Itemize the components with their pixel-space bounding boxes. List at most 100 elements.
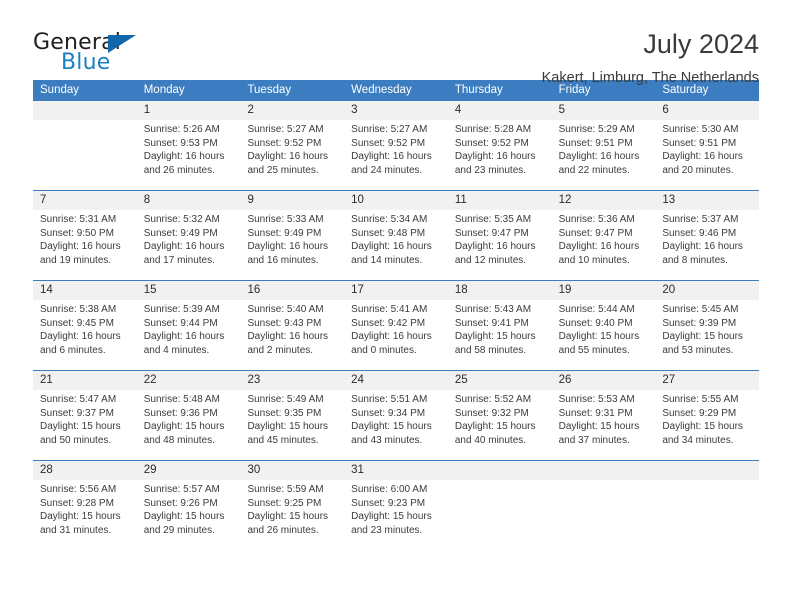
sunset-text: Sunset: 9:25 PM <box>247 497 322 509</box>
day-number-band: 17 <box>344 281 448 300</box>
daylight-text-line1: Daylight: 16 hours <box>40 241 121 253</box>
daylight-text-line1: Daylight: 15 hours <box>247 511 329 523</box>
day-number: 8 <box>143 194 151 206</box>
sunset-text: Sunset: 9:47 PM <box>558 227 633 239</box>
sunset-text: Sunset: 9:44 PM <box>143 317 218 329</box>
sunrise-text: Sunrise: 5:30 AM <box>662 124 739 135</box>
logo-text-blue: Blue <box>61 50 111 75</box>
day-cell[interactable]: 6 Sunrise: 5:30 AM Sunset: 9:51 PM Dayli… <box>655 101 760 190</box>
daylight-text-line1: Daylight: 15 hours <box>143 421 225 433</box>
day-cell[interactable]: 7 Sunrise: 5:31 AM Sunset: 9:50 PM Dayli… <box>33 191 137 280</box>
sunset-text: Sunset: 9:52 PM <box>351 137 426 149</box>
day-cell[interactable]: 25 Sunrise: 5:52 AM Sunset: 9:32 PM Dayl… <box>447 371 552 460</box>
day-cell[interactable]: 4 Sunrise: 5:28 AM Sunset: 9:52 PM Dayli… <box>447 101 552 190</box>
daylight-text-line2: and 2 minutes. <box>247 344 314 356</box>
day-number-band: 3 <box>344 101 448 120</box>
sunrise-text: Sunrise: 5:28 AM <box>454 124 532 135</box>
sunrise-text: Sunrise: 5:36 AM <box>558 214 635 225</box>
day-details: Sunrise: 5:41 AM Sunset: 9:42 PM Dayligh… <box>344 300 448 357</box>
sunrise-text: Sunrise: 5:39 AM <box>143 304 220 315</box>
sunrise-text: Sunrise: 5:32 AM <box>143 214 220 225</box>
day-number-band: 29 <box>136 461 241 480</box>
week-row: 21 Sunrise: 5:47 AM Sunset: 9:37 PM Dayl… <box>33 370 760 460</box>
day-cell[interactable]: 28 Sunrise: 5:56 AM Sunset: 9:28 PM Dayl… <box>33 461 137 550</box>
day-cell[interactable]: 11 Sunrise: 5:35 AM Sunset: 9:47 PM Dayl… <box>447 191 552 280</box>
day-cell[interactable]: 15 Sunrise: 5:39 AM Sunset: 9:44 PM Dayl… <box>136 281 241 370</box>
day-cell[interactable]: 2 Sunrise: 5:27 AM Sunset: 9:52 PM Dayli… <box>240 101 345 190</box>
daylight-text-line1: Daylight: 16 hours <box>558 151 640 163</box>
day-cell[interactable]: 22 Sunrise: 5:48 AM Sunset: 9:36 PM Dayl… <box>136 371 241 460</box>
day-cell[interactable]: 9 Sunrise: 5:33 AM Sunset: 9:49 PM Dayli… <box>240 191 345 280</box>
sunset-text: Sunset: 9:28 PM <box>40 497 114 509</box>
day-cell[interactable]: 31 Sunrise: 6:00 AM Sunset: 9:23 PM Dayl… <box>344 461 448 550</box>
day-cell[interactable]: 17 Sunrise: 5:41 AM Sunset: 9:42 PM Dayl… <box>344 281 448 370</box>
daylight-text-line1: Daylight: 15 hours <box>454 331 536 343</box>
daylight-text-line2: and 58 minutes. <box>454 344 527 356</box>
day-cell[interactable]: 10 Sunrise: 5:34 AM Sunset: 9:48 PM Dayl… <box>344 191 448 280</box>
day-cell[interactable]: 12 Sunrise: 5:36 AM Sunset: 9:47 PM Dayl… <box>551 191 656 280</box>
day-cell[interactable]: 18 Sunrise: 5:43 AM Sunset: 9:41 PM Dayl… <box>447 281 552 370</box>
general-blue-logo[interactable]: General Blue <box>33 28 153 78</box>
day-number: 2 <box>247 104 254 116</box>
day-details: Sunrise: 5:26 AM Sunset: 9:53 PM Dayligh… <box>137 120 241 177</box>
sunrise-text: Sunrise: 5:49 AM <box>247 394 324 405</box>
day-cell[interactable]: 13 Sunrise: 5:37 AM Sunset: 9:46 PM Dayl… <box>655 191 760 280</box>
day-details <box>552 480 656 483</box>
daylight-text-line2: and 17 minutes. <box>143 254 215 266</box>
day-number-band <box>551 461 656 480</box>
day-details <box>448 480 552 483</box>
day-cell[interactable]: 14 Sunrise: 5:38 AM Sunset: 9:45 PM Dayl… <box>33 281 137 370</box>
day-number-band: 24 <box>344 371 448 390</box>
day-number: 30 <box>247 464 261 476</box>
day-number: 23 <box>247 374 261 386</box>
day-cell[interactable]: 8 Sunrise: 5:32 AM Sunset: 9:49 PM Dayli… <box>136 191 241 280</box>
day-cell[interactable]: 27 Sunrise: 5:55 AM Sunset: 9:29 PM Dayl… <box>655 371 760 460</box>
sunrise-text: Sunrise: 5:48 AM <box>143 394 220 405</box>
daylight-text-line1: Daylight: 15 hours <box>247 421 329 433</box>
day-details: Sunrise: 5:27 AM Sunset: 9:52 PM Dayligh… <box>344 120 448 177</box>
sunrise-text: Sunrise: 5:47 AM <box>40 394 117 405</box>
day-cell[interactable]: 5 Sunrise: 5:29 AM Sunset: 9:51 PM Dayli… <box>551 101 656 190</box>
day-number: 15 <box>143 284 157 296</box>
day-details <box>655 480 759 483</box>
page-header: General Blue July 2024 Kakert, Limburg, … <box>33 0 759 86</box>
day-number-band: 20 <box>655 281 760 300</box>
day-number: 3 <box>351 104 358 116</box>
day-details: Sunrise: 5:51 AM Sunset: 9:34 PM Dayligh… <box>344 390 448 447</box>
day-cell[interactable]: 24 Sunrise: 5:51 AM Sunset: 9:34 PM Dayl… <box>344 371 448 460</box>
day-details: Sunrise: 5:30 AM Sunset: 9:51 PM Dayligh… <box>655 120 759 177</box>
daylight-text-line2: and 12 minutes. <box>454 254 527 266</box>
day-cell[interactable]: 30 Sunrise: 5:59 AM Sunset: 9:25 PM Dayl… <box>240 461 345 550</box>
day-number-band: 1 <box>136 101 241 120</box>
day-cell[interactable]: 26 Sunrise: 5:53 AM Sunset: 9:31 PM Dayl… <box>551 371 656 460</box>
daylight-text-line2: and 53 minutes. <box>662 344 734 356</box>
daylight-text-line1: Daylight: 16 hours <box>351 331 432 343</box>
daylight-text-line2: and 0 minutes. <box>351 344 417 356</box>
day-cell[interactable]: 3 Sunrise: 5:27 AM Sunset: 9:52 PM Dayli… <box>344 101 448 190</box>
daylight-text-line1: Daylight: 16 hours <box>351 151 432 163</box>
sunset-text: Sunset: 9:49 PM <box>143 227 218 239</box>
day-number: 1 <box>143 104 151 116</box>
daylight-text-line1: Daylight: 16 hours <box>247 241 329 253</box>
day-number-band: 6 <box>655 101 760 120</box>
daylight-text-line2: and 16 minutes. <box>247 254 319 266</box>
daylight-text-line1: Daylight: 16 hours <box>454 241 536 253</box>
day-details: Sunrise: 5:44 AM Sunset: 9:40 PM Dayligh… <box>552 300 656 357</box>
weekday-header-tuesday: Tuesday <box>247 84 292 96</box>
day-cell[interactable]: 16 Sunrise: 5:40 AM Sunset: 9:43 PM Dayl… <box>240 281 345 370</box>
day-number-band <box>33 101 137 120</box>
day-cell[interactable]: 1 Sunrise: 5:26 AM Sunset: 9:53 PM Dayli… <box>136 101 241 190</box>
day-cell[interactable]: 20 Sunrise: 5:45 AM Sunset: 9:39 PM Dayl… <box>655 281 760 370</box>
day-cell[interactable]: 29 Sunrise: 5:57 AM Sunset: 9:26 PM Dayl… <box>136 461 241 550</box>
day-number: 16 <box>247 284 261 296</box>
sunset-text: Sunset: 9:53 PM <box>143 137 218 149</box>
day-number: 14 <box>40 284 53 296</box>
day-cell[interactable]: 19 Sunrise: 5:44 AM Sunset: 9:40 PM Dayl… <box>551 281 656 370</box>
day-number-band: 9 <box>240 191 345 210</box>
day-number-band: 27 <box>655 371 760 390</box>
day-cell[interactable]: 21 Sunrise: 5:47 AM Sunset: 9:37 PM Dayl… <box>33 371 137 460</box>
day-cell[interactable]: 23 Sunrise: 5:49 AM Sunset: 9:35 PM Dayl… <box>240 371 345 460</box>
sunrise-text: Sunrise: 5:27 AM <box>351 124 428 135</box>
day-details: Sunrise: 5:28 AM Sunset: 9:52 PM Dayligh… <box>448 120 552 177</box>
sunset-text: Sunset: 9:31 PM <box>558 407 633 419</box>
